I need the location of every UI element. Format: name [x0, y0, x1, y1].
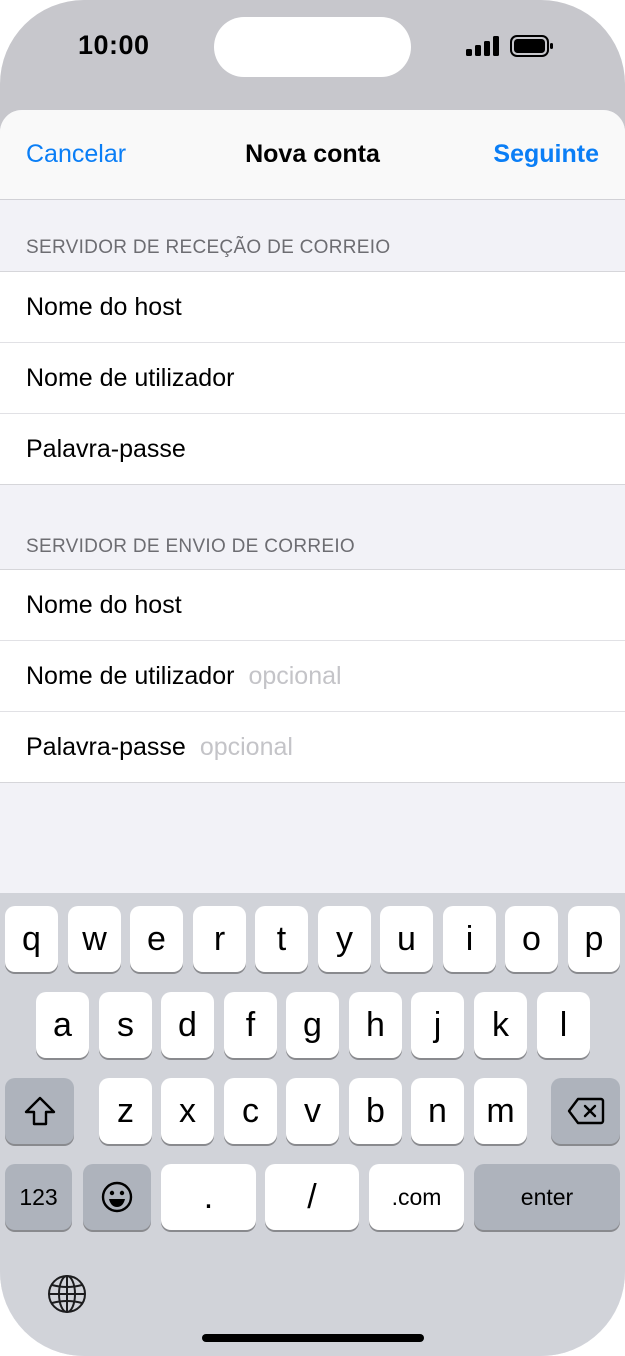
- key-i[interactable]: i: [443, 906, 496, 972]
- key-l[interactable]: l: [537, 992, 590, 1058]
- next-button[interactable]: Seguinte: [493, 140, 599, 169]
- key-d[interactable]: d: [161, 992, 214, 1058]
- key-k[interactable]: k: [474, 992, 527, 1058]
- globe-icon: [48, 1275, 86, 1313]
- delete-icon: [567, 1097, 604, 1125]
- emoji-icon: [101, 1181, 133, 1213]
- outgoing-password-field[interactable]: Palavra-passe opcional: [0, 711, 625, 782]
- field-placeholder: opcional: [248, 662, 342, 690]
- key-t[interactable]: t: [255, 906, 308, 972]
- emoji-key[interactable]: [83, 1164, 151, 1230]
- key-a[interactable]: a: [36, 992, 89, 1058]
- field-label: Nome de utilizador: [26, 364, 235, 392]
- incoming-server-group: Nome do host Nome de utilizador Palavra-…: [0, 271, 625, 485]
- field-label: Nome de utilizador opcional: [26, 662, 342, 690]
- phone-screen: 10:00 Cancelar Nova conta Seguinte SERVI…: [0, 0, 625, 1356]
- status-time: 10:00: [78, 30, 150, 60]
- key-o[interactable]: o: [505, 906, 558, 972]
- incoming-username-field[interactable]: Nome de utilizador: [0, 342, 625, 413]
- key-c[interactable]: c: [224, 1078, 277, 1144]
- globe-button[interactable]: [45, 1272, 89, 1316]
- signal-icon: [466, 36, 499, 56]
- keyboard: q w e r t y u i o p a s d f g h j k l z …: [0, 893, 625, 1356]
- incoming-password-field[interactable]: Palavra-passe: [0, 413, 625, 484]
- field-label: Palavra-passe opcional: [26, 733, 293, 761]
- key-n[interactable]: n: [411, 1078, 464, 1144]
- nav-bar: Cancelar Nova conta Seguinte: [0, 110, 625, 200]
- key-q[interactable]: q: [5, 906, 58, 972]
- shift-key[interactable]: [5, 1078, 74, 1144]
- key-w[interactable]: w: [68, 906, 121, 972]
- incoming-server-header: SERVIDOR DE RECEÇÃO DE CORREIO: [26, 237, 391, 258]
- slash-key[interactable]: /: [265, 1164, 359, 1230]
- key-h[interactable]: h: [349, 992, 402, 1058]
- key-z[interactable]: z: [99, 1078, 152, 1144]
- key-f[interactable]: f: [224, 992, 277, 1058]
- key-s[interactable]: s: [99, 992, 152, 1058]
- enter-key[interactable]: enter: [474, 1164, 620, 1230]
- numbers-key[interactable]: 123: [5, 1164, 72, 1230]
- key-m[interactable]: m: [474, 1078, 527, 1144]
- battery-icon: [510, 35, 553, 57]
- incoming-hostname-field[interactable]: Nome do host: [0, 272, 625, 342]
- field-label: Nome do host: [26, 293, 182, 321]
- outgoing-server-header: SERVIDOR DE ENVIO DE CORREIO: [26, 536, 355, 557]
- key-j[interactable]: j: [411, 992, 464, 1058]
- key-g[interactable]: g: [286, 992, 339, 1058]
- outgoing-username-field[interactable]: Nome de utilizador opcional: [0, 640, 625, 711]
- dynamic-island: [214, 17, 411, 77]
- status-bar: 10:00: [0, 0, 625, 110]
- key-b[interactable]: b: [349, 1078, 402, 1144]
- key-v[interactable]: v: [286, 1078, 339, 1144]
- period-key[interactable]: .: [161, 1164, 256, 1230]
- shift-icon: [24, 1096, 55, 1126]
- dotcom-key[interactable]: .com: [369, 1164, 464, 1230]
- key-e[interactable]: e: [130, 906, 183, 972]
- field-label: Palavra-passe: [26, 435, 186, 463]
- key-p[interactable]: p: [568, 906, 620, 972]
- key-u[interactable]: u: [380, 906, 433, 972]
- outgoing-server-group: Nome do host Nome de utilizador opcional …: [0, 569, 625, 783]
- home-indicator: [202, 1334, 424, 1342]
- delete-key[interactable]: [551, 1078, 620, 1144]
- key-x[interactable]: x: [161, 1078, 214, 1144]
- key-r[interactable]: r: [193, 906, 246, 972]
- field-placeholder: opcional: [199, 733, 293, 761]
- key-y[interactable]: y: [318, 906, 371, 972]
- outgoing-hostname-field[interactable]: Nome do host: [0, 570, 625, 640]
- field-label: Nome do host: [26, 591, 182, 619]
